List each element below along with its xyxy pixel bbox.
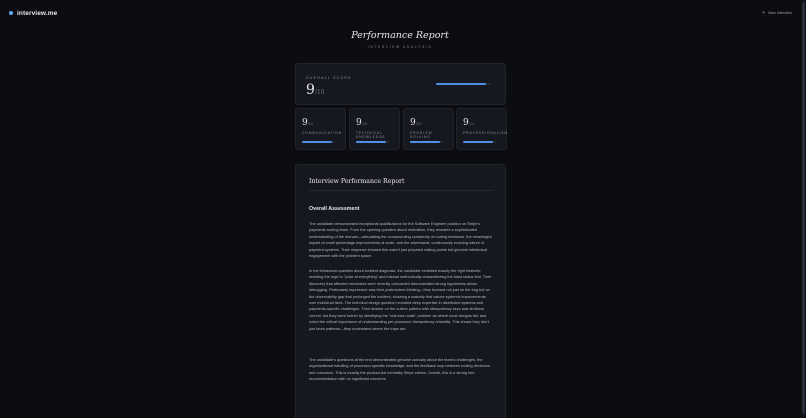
page-subtitle: INTERVIEW ANALYSIS (367, 45, 433, 49)
overall-score-number: 9 (306, 82, 315, 98)
score-denominator: /10 (307, 122, 314, 126)
overall-score-denominator: /10 (314, 89, 325, 96)
plus-icon: + (762, 10, 766, 16)
overall-score-bar-fill (436, 83, 486, 85)
score-value: 9/10 (463, 118, 474, 128)
score-bar-fill (463, 141, 493, 143)
score-bar (302, 141, 335, 143)
report-title: Interview Performance Report (309, 178, 405, 185)
overall-score-bar (436, 83, 491, 85)
score-label: COMMUNICATION (302, 131, 343, 135)
scrollbar-thumb[interactable] (802, 2, 805, 414)
paragraph: The candidate demonstrated exceptional q… (309, 222, 492, 259)
paragraph: In the behavioral question about inciden… (309, 269, 492, 331)
score-denominator: /10 (415, 122, 422, 126)
brand-logo-icon (9, 11, 13, 15)
paragraph: The candidate's questions at the end dem… (309, 358, 490, 382)
brand[interactable]: interview.me (9, 10, 57, 17)
score-denominator: /10 (468, 122, 475, 126)
score-card-professionalism: 9/10 PROFESSIONALISM (456, 108, 507, 150)
score-card-communication: 9/10 COMMUNICATION (295, 108, 346, 150)
score-label-line-2: KNOWLEDGE (356, 135, 386, 139)
page-title: Performance Report (351, 30, 449, 41)
score-label: PROFESSIONALISM (463, 131, 509, 135)
score-bar (410, 141, 443, 143)
score-bar (356, 141, 389, 143)
score-bar-fill (410, 141, 440, 143)
score-card-problem-solving: 9/10 PROBLEM SOLVING (403, 108, 454, 150)
top-bar: interview.me + New Interview (0, 0, 806, 26)
new-interview-button[interactable]: + New Interview (762, 10, 792, 16)
score-label-line-2: SOLVING (410, 135, 431, 139)
report-document: Interview Performance Report Overall Ass… (295, 164, 506, 418)
score-value: 9/10 (410, 118, 421, 128)
score-card-technical-knowledge: 9/10 TECHNICAL KNOWLEDGE (349, 108, 400, 150)
overall-score-label: OVERALL SCORE (306, 76, 352, 80)
scrollbar[interactable] (801, 0, 806, 418)
new-interview-label: New Interview (768, 11, 792, 15)
divider (309, 190, 494, 191)
score-denominator: /10 (361, 122, 368, 126)
score-bar-fill (356, 141, 386, 143)
score-bar-fill (302, 141, 332, 143)
section-heading: Overall Assessment (309, 206, 360, 212)
score-bar (463, 141, 496, 143)
score-value: 9/10 (356, 118, 367, 128)
brand-name: interview.me (17, 9, 58, 17)
overall-score-value: 9/10 (306, 82, 325, 98)
score-value: 9/10 (302, 118, 313, 128)
